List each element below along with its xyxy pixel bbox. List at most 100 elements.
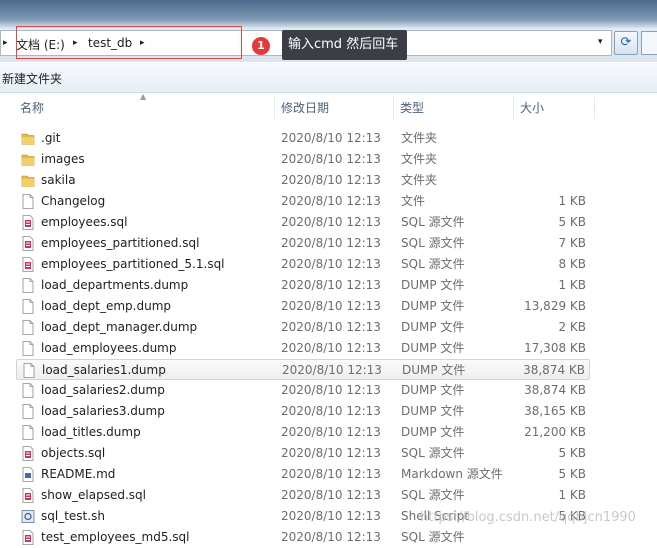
file-modified-date: 2020/8/10 12:13 <box>281 257 381 271</box>
file-modified-date: 2020/8/10 12:13 <box>281 488 381 502</box>
file-name: Changelog <box>41 194 106 208</box>
file-modified-date: 2020/8/10 12:13 <box>281 215 381 229</box>
file-modified-date: 2020/8/10 12:13 <box>281 278 381 292</box>
file-type: DUMP 文件 <box>401 404 465 418</box>
file-size: 38,874 KB <box>524 383 586 397</box>
file-row[interactable]: load_dept_manager.dump 2020/8/10 12:13 DUM… <box>16 317 590 338</box>
file-icon <box>23 363 35 378</box>
sql-file-icon <box>22 488 34 503</box>
file-size: 38,165 KB <box>524 404 586 418</box>
file-type: SQL 源文件 <box>401 446 465 460</box>
file-type: 文件夹 <box>401 131 438 145</box>
sql-file-icon <box>22 257 34 272</box>
file-type: DUMP 文件 <box>401 425 465 439</box>
file-name: employees_partitioned_5.1.sql <box>41 257 225 271</box>
file-name: load_titles.dump <box>41 425 141 439</box>
file-row[interactable]: show_elapsed.sql 2020/8/10 12:13 SQL 源文件 1 … <box>16 485 590 506</box>
window-title-strip <box>0 0 657 28</box>
address-bar-area: ▸ 文档 (E:) ▸ test_db ▸ ▾ ⟳ 1 输入cmd 然后回车 <box>0 0 657 62</box>
file-row[interactable]: load_departments.dump 2020/8/10 12:13 DUMP… <box>16 275 590 296</box>
file-size: 2 KB <box>558 320 586 334</box>
file-name: load_dept_emp.dump <box>41 299 172 313</box>
file-row[interactable]: load_salaries1.dump 2020/8/10 12:13 DUMP 文… <box>16 359 590 380</box>
column-divider[interactable] <box>594 97 595 119</box>
file-name: employees_partitioned.sql <box>41 236 200 250</box>
file-size: 8 KB <box>558 257 586 271</box>
column-header-size[interactable]: 大小 <box>514 95 594 121</box>
file-row[interactable]: load_employees.dump 2020/8/10 12:13 DUMP 文… <box>16 338 590 359</box>
file-modified-date: 2020/8/10 12:13 <box>281 194 381 208</box>
file-icon <box>22 194 34 209</box>
file-modified-date: 2020/8/10 12:13 <box>281 236 381 250</box>
file-type: DUMP 文件 <box>401 383 465 397</box>
file-icon <box>22 404 34 419</box>
file-row[interactable]: sakila 2020/8/10 12:13 文件夹 <box>16 170 590 191</box>
file-size: 1 KB <box>558 194 586 208</box>
file-row[interactable]: employees_partitioned_5.1.sql 2020/8/10 1… <box>16 254 590 275</box>
file-icon <box>22 278 34 293</box>
markdown-file-icon <box>22 467 34 482</box>
file-row[interactable]: employees.sql 2020/8/10 12:13 SQL 源文件 5 KB <box>16 212 590 233</box>
shell-script-icon <box>21 510 35 523</box>
file-type: Markdown 源文件 <box>401 467 503 481</box>
file-size: 1 KB <box>558 488 586 502</box>
sql-file-icon <box>22 446 34 461</box>
file-row[interactable]: employees_partitioned.sql 2020/8/10 12:13… <box>16 233 590 254</box>
file-name: load_departments.dump <box>41 278 189 292</box>
annotation-callout: 输入cmd 然后回车 <box>282 30 407 60</box>
file-type: 文件夹 <box>401 173 438 187</box>
column-header-name[interactable]: 名称 <box>14 95 274 121</box>
file-row[interactable]: images 2020/8/10 12:13 文件夹 <box>16 149 590 170</box>
refresh-button[interactable]: ⟳ <box>614 31 638 55</box>
file-name: employees.sql <box>41 215 128 229</box>
file-modified-date: 2020/8/10 12:13 <box>281 299 381 313</box>
file-modified-date: 2020/8/10 12:13 <box>281 509 381 523</box>
file-name: .git <box>41 131 61 145</box>
column-header-type[interactable]: 类型 <box>394 95 512 121</box>
file-row[interactable]: load_titles.dump 2020/8/10 12:13 DUMP 文件 21… <box>16 422 590 443</box>
file-type: DUMP 文件 <box>401 278 465 292</box>
file-type: 文件 <box>401 194 426 208</box>
file-name: load_salaries3.dump <box>41 404 165 418</box>
file-size: 13,829 KB <box>524 299 586 313</box>
file-type: SQL 源文件 <box>401 215 465 229</box>
sql-file-icon <box>22 236 34 251</box>
file-size: 38,874 KB <box>523 363 585 377</box>
file-icon <box>22 425 34 440</box>
file-size: 17,308 KB <box>524 341 586 355</box>
file-type: DUMP 文件 <box>401 320 465 334</box>
new-folder-button[interactable]: 新建文件夹 <box>2 70 62 87</box>
file-modified-date: 2020/8/10 12:13 <box>281 131 381 145</box>
file-type: SQL 源文件 <box>401 236 465 250</box>
search-box-edge[interactable] <box>641 31 657 55</box>
file-row[interactable]: README.md 2020/8/10 12:13 Markdown 源文件 5 KB <box>16 464 590 485</box>
annotation-highlight-box <box>16 26 242 59</box>
file-modified-date: 2020/8/10 12:13 <box>281 425 381 439</box>
file-name: load_salaries2.dump <box>41 383 165 397</box>
file-row[interactable]: objects.sql 2020/8/10 12:13 SQL 源文件 5 KB <box>16 443 590 464</box>
folder-icon <box>21 133 35 145</box>
column-header-date[interactable]: 修改日期 <box>275 95 393 121</box>
file-name: sql_test.sh <box>41 509 105 523</box>
file-type: 文件夹 <box>401 152 438 166</box>
file-row[interactable]: load_salaries2.dump 2020/8/10 12:13 DUMP 文… <box>16 380 590 401</box>
file-name: README.md <box>41 467 116 481</box>
file-type: SQL 源文件 <box>401 488 465 502</box>
file-name: show_elapsed.sql <box>41 488 146 502</box>
file-row[interactable]: Changelog 2020/8/10 12:13 文件 1 KB <box>16 191 590 212</box>
file-row[interactable]: load_dept_emp.dump 2020/8/10 12:13 DUMP 文件… <box>16 296 590 317</box>
file-row[interactable]: load_salaries3.dump 2020/8/10 12:13 DUMP 文… <box>16 401 590 422</box>
file-modified-date: 2020/8/10 12:13 <box>281 467 381 481</box>
breadcrumb-root-arrow[interactable]: ▸ <box>3 38 8 48</box>
file-modified-date: 2020/8/10 12:13 <box>281 152 381 166</box>
file-type: DUMP 文件 <box>402 363 466 377</box>
file-row[interactable]: .git 2020/8/10 12:13 文件夹 <box>16 128 590 149</box>
watermark-text: https://blog.csdn.net/qqbjcn1990 <box>420 510 636 525</box>
address-dropdown-icon[interactable]: ▾ <box>598 37 603 47</box>
file-size: 5 KB <box>558 467 586 481</box>
file-name: sakila <box>41 173 76 187</box>
file-modified-date: 2020/8/10 12:13 <box>281 173 381 187</box>
file-size: 21,200 KB <box>524 425 586 439</box>
file-modified-date: 2020/8/10 12:13 <box>281 383 381 397</box>
file-icon <box>22 383 34 398</box>
